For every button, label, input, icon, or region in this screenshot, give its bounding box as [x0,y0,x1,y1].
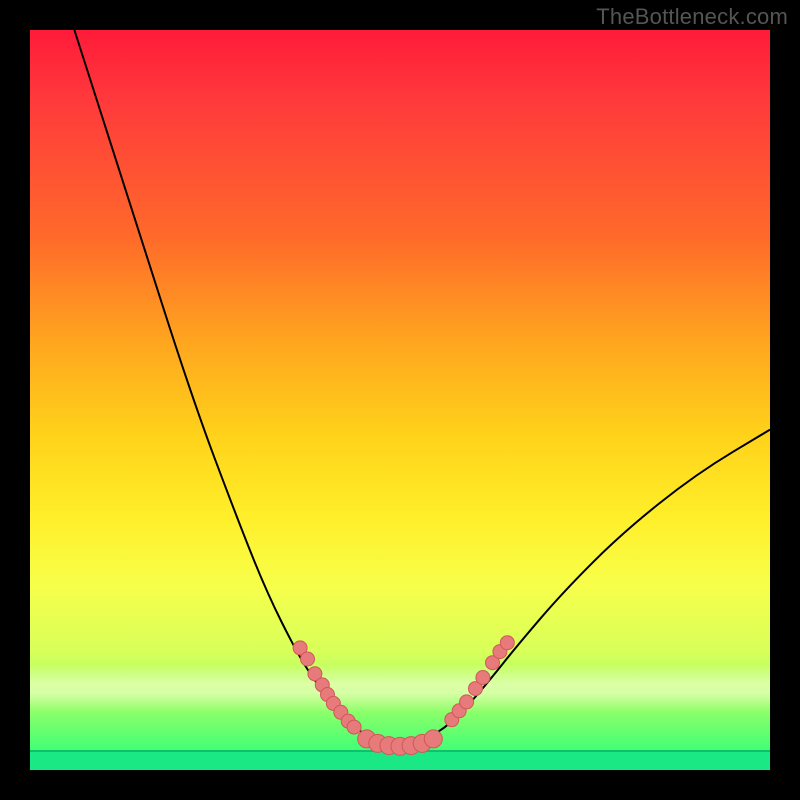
bottom-dots [358,730,443,755]
data-point [500,636,514,650]
bottom-cluster-point [424,730,442,748]
data-point [301,652,315,666]
chart-frame: TheBottleneck.com [0,0,800,800]
data-point [476,671,490,685]
plot-area [30,30,770,770]
data-point [460,695,474,709]
curve-layer [30,30,770,770]
watermark-text: TheBottleneck.com [596,4,788,30]
right-dots [445,636,515,727]
left-curve [74,30,377,740]
data-point [347,720,361,734]
left-dots [293,641,361,734]
